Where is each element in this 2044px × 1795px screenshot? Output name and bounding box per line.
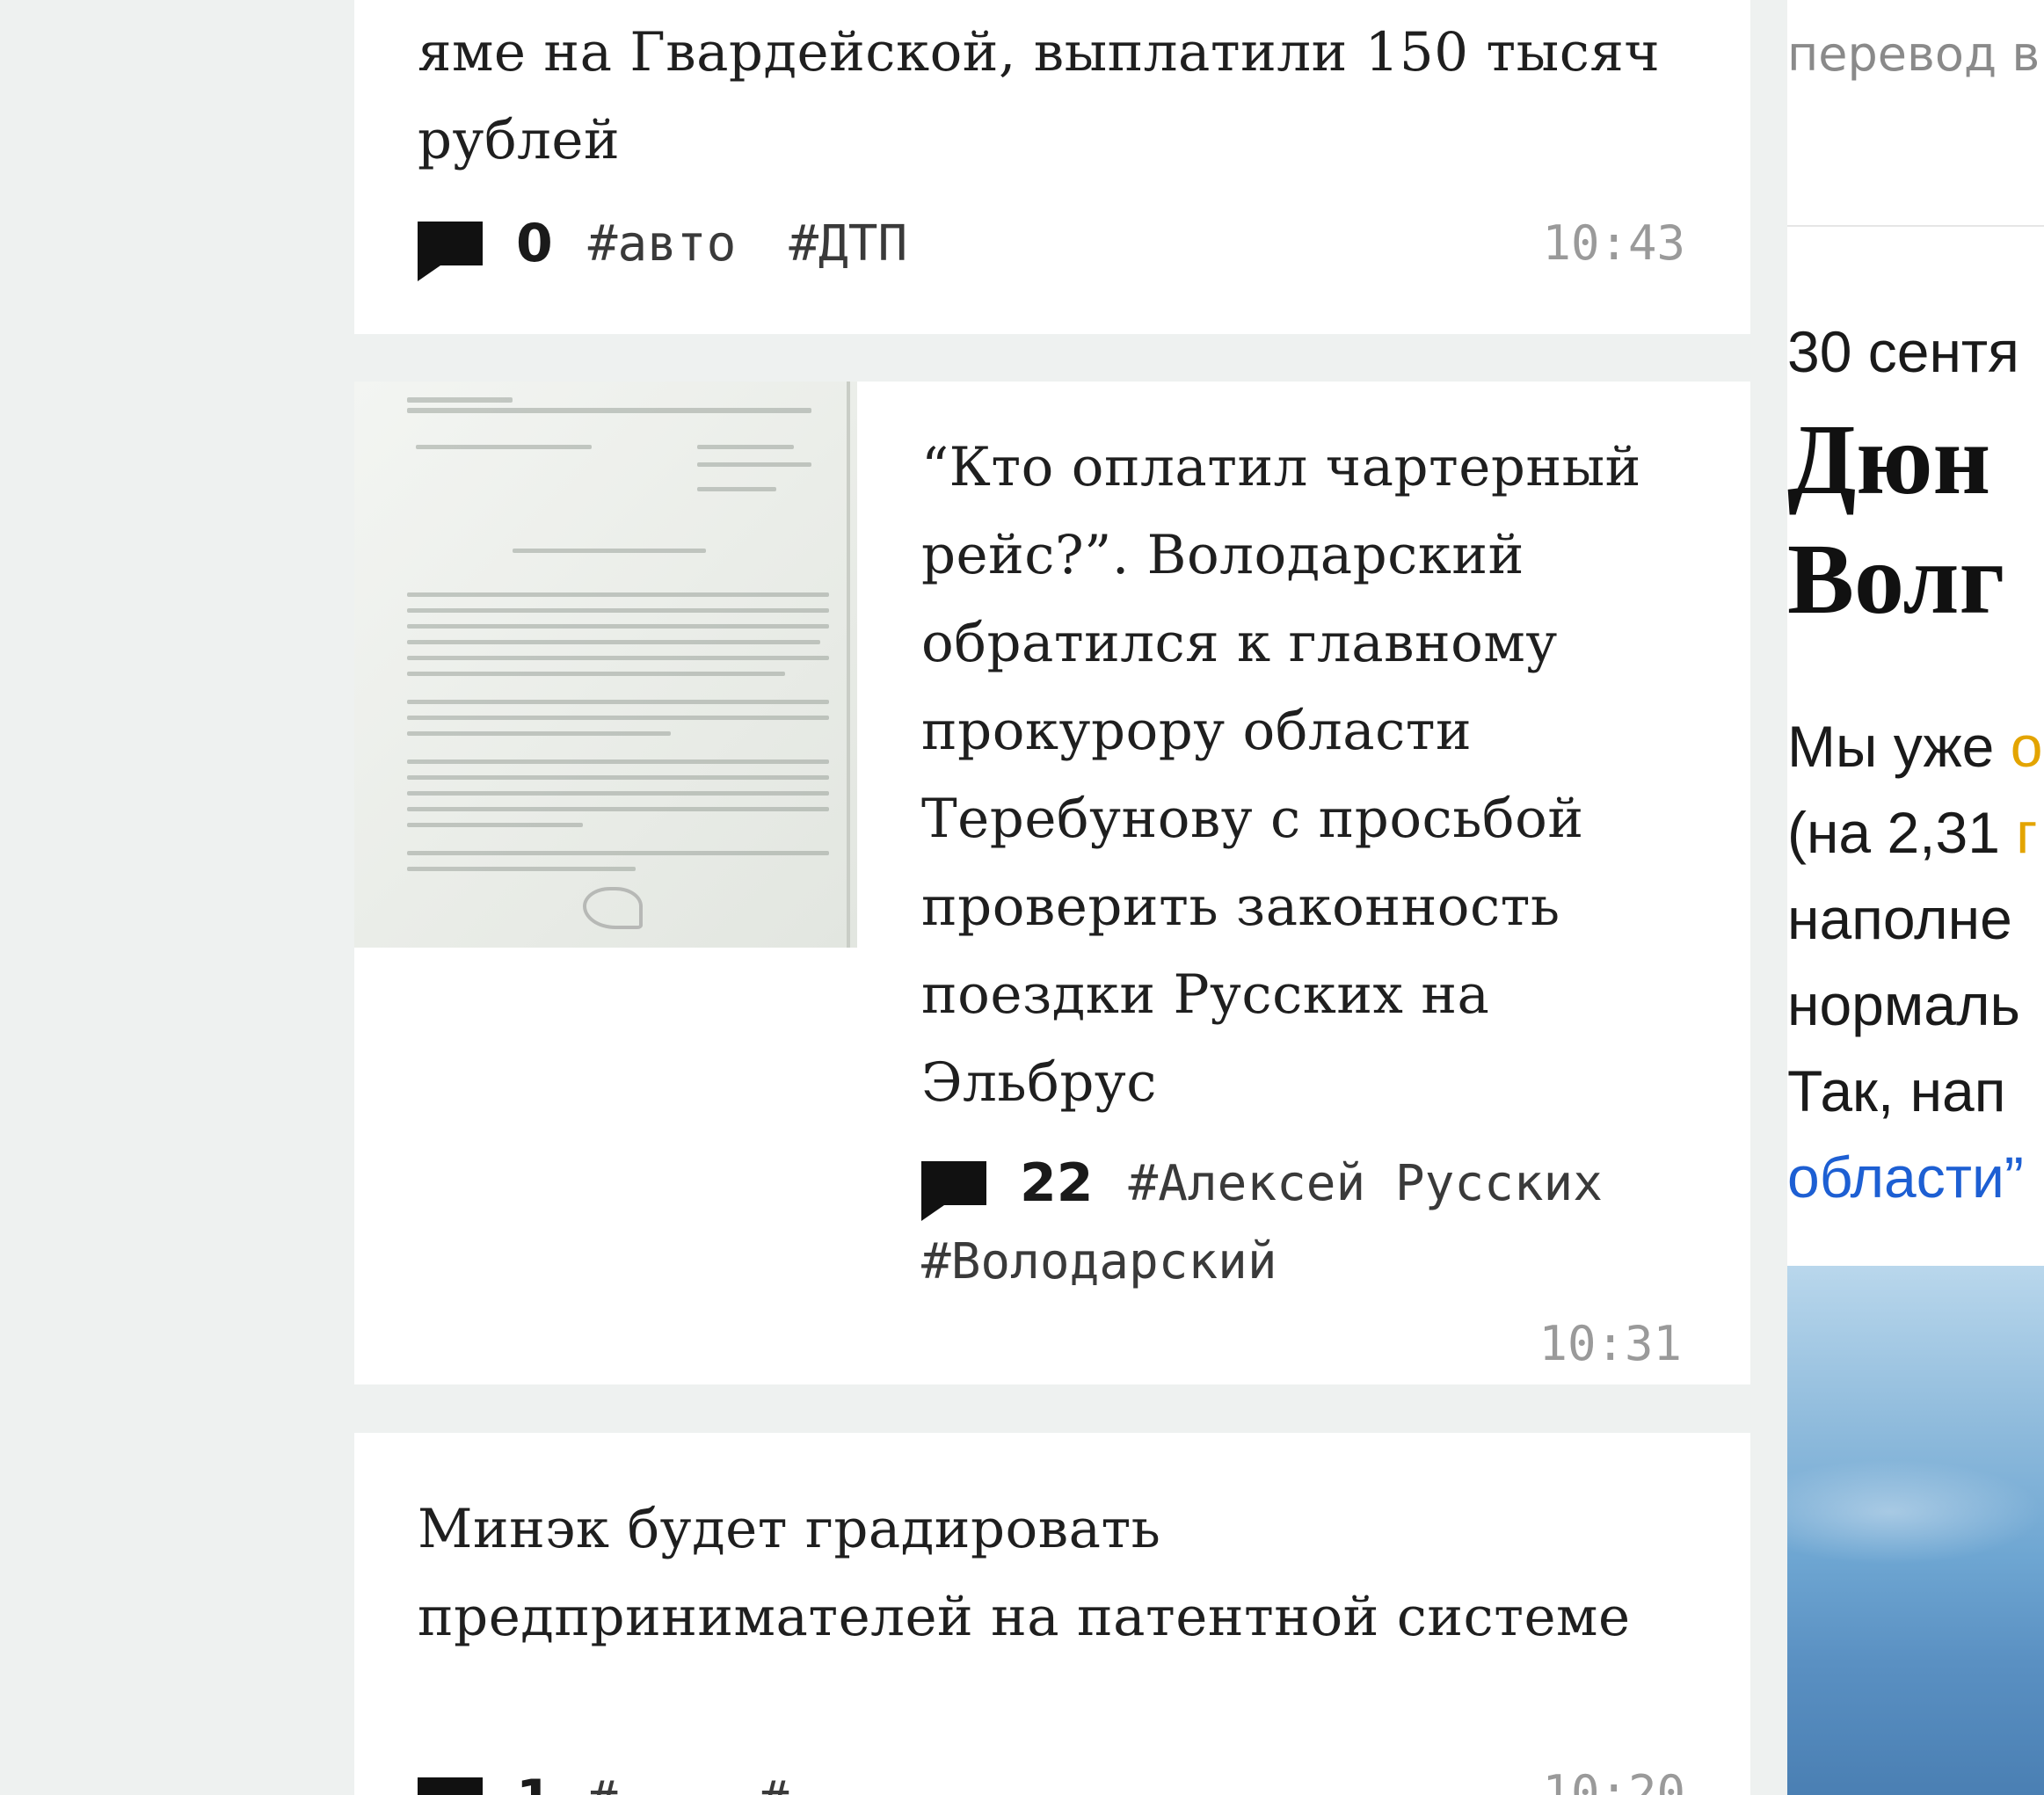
- comment-count[interactable]: 22: [1020, 1152, 1094, 1214]
- article-body-line: Мы уже о: [1787, 714, 2043, 779]
- article-top-text: перевод в: [1787, 26, 2040, 82]
- article-title-line: Дюн: [1787, 403, 1991, 515]
- comment-count[interactable]: 1: [516, 1769, 553, 1795]
- article-body-line: (на 2,31 г: [1787, 800, 2038, 865]
- article-inline-link[interactable]: о: [2011, 714, 2043, 779]
- comment-icon[interactable]: [418, 1777, 483, 1795]
- signature-mark: [583, 887, 643, 929]
- news-headline[interactable]: Минэк будет градировать предпринимателей…: [418, 1486, 1692, 1661]
- news-meta: 1 #... #...: [418, 1769, 1385, 1795]
- article-title-line: Волг: [1787, 523, 2005, 635]
- page: яме на Гвардейской, выплатили 150 тысяч …: [0, 0, 2044, 1795]
- news-time: 10:20: [1542, 1765, 1685, 1795]
- divider: [1787, 225, 2044, 227]
- article-inline-link[interactable]: г: [2016, 800, 2037, 865]
- comment-count[interactable]: 0: [516, 213, 553, 274]
- article-title[interactable]: Дюн Волг: [1787, 400, 2004, 639]
- news-headline[interactable]: “Кто оплатил чартерный рейс?”. Володарск…: [921, 424, 1730, 1127]
- tag-link[interactable]: #...: [588, 1771, 707, 1795]
- news-meta: 0 #авто #ДТП: [418, 213, 1385, 281]
- tag-link[interactable]: #Володарский: [921, 1233, 1277, 1290]
- comment-icon[interactable]: [921, 1161, 986, 1221]
- news-thumbnail[interactable]: [354, 382, 857, 948]
- tag-link[interactable]: #авто: [588, 215, 737, 273]
- news-card[interactable]: Минэк будет градировать предпринимателей…: [354, 1433, 1750, 1795]
- tag-link[interactable]: #Алексей Русских: [1129, 1155, 1603, 1212]
- article-panel: перевод в 30 сентя Дюн Волг Мы уже о (на…: [1787, 0, 2044, 1795]
- article-body-line: Так, нап: [1787, 1058, 2006, 1123]
- tag-link[interactable]: #...: [760, 1771, 878, 1795]
- tag-link[interactable]: #ДТП: [789, 215, 907, 273]
- article-body-line: нормаль: [1787, 972, 2020, 1037]
- news-card[interactable]: “Кто оплатил чартерный рейс?”. Володарск…: [354, 382, 1750, 1384]
- news-card[interactable]: яме на Гвардейской, выплатили 150 тысяч …: [354, 0, 1750, 334]
- news-headline[interactable]: яме на Гвардейской, выплатили 150 тысяч …: [418, 9, 1692, 185]
- comment-icon[interactable]: [418, 222, 483, 281]
- news-time: 10:31: [1538, 1316, 1682, 1371]
- news-meta: 22 #Алексей Русских #Володарский: [921, 1152, 1695, 1290]
- article-body-line: наполне: [1787, 886, 2012, 951]
- news-time: 10:43: [1542, 215, 1685, 271]
- article-body: Мы уже о (на 2,31 г наполне нормаль Так,…: [1787, 703, 2042, 1220]
- article-link[interactable]: области”: [1787, 1134, 2042, 1220]
- article-photo[interactable]: [1787, 1266, 2044, 1795]
- article-date: 30 сентя: [1787, 319, 2019, 384]
